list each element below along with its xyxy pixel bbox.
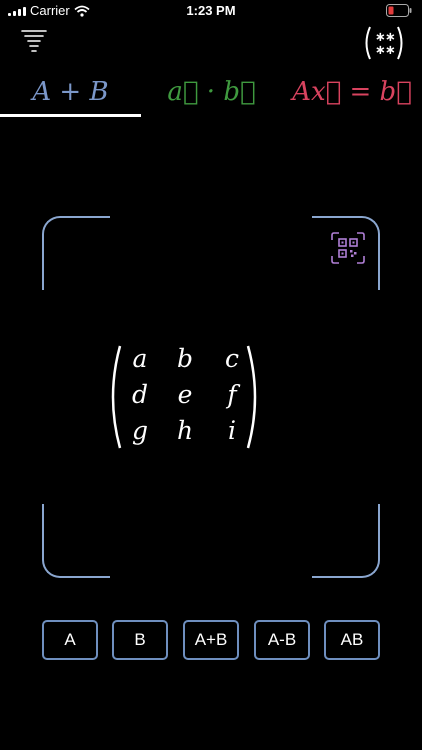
matrix-cell: i	[228, 416, 236, 445]
qr-code-scan-icon[interactable]	[330, 231, 366, 265]
tab-addition[interactable]: A + B	[0, 68, 141, 116]
multiply-button[interactable]: AB	[324, 620, 380, 660]
matrix-cell: f	[227, 380, 237, 409]
status-bar: Carrier 1:23 PM	[0, 0, 422, 22]
frame-corner-top-left	[42, 216, 110, 290]
add-button[interactable]: A+B	[183, 620, 239, 660]
matrix-cell: b	[176, 344, 193, 373]
frame-corner-bottom-left	[42, 504, 110, 578]
matrix-a-button[interactable]: A	[42, 620, 98, 660]
status-time: 1:23 PM	[186, 3, 236, 18]
subtract-button[interactable]: A-B	[254, 620, 310, 660]
active-tab-indicator	[0, 114, 141, 117]
svg-text:∗: ∗	[385, 43, 396, 58]
matrix-b-button[interactable]: B	[112, 620, 168, 660]
frame-corner-bottom-right	[312, 504, 380, 578]
tab-dot-product[interactable]: a⃗ · b⃗	[141, 68, 282, 116]
tab-linear-system[interactable]: Ax⃗ = b⃗	[282, 68, 422, 116]
matrix-cell: c	[224, 344, 239, 373]
matrix-cell: a	[132, 344, 148, 373]
matrix-cell: h	[176, 416, 194, 445]
matrix-cell: e	[177, 380, 193, 409]
matrix-keypad-icon[interactable]: ∗ ∗ ∗ ∗	[362, 24, 406, 67]
matrix-cell: d	[131, 380, 148, 409]
matrix-cell: g	[131, 416, 148, 445]
mode-tabs: A + B a⃗ · b⃗ Ax⃗ = b⃗	[0, 68, 422, 118]
tornado-icon[interactable]	[20, 28, 48, 59]
matrix-preview: a b c d e f g h i	[108, 344, 260, 450]
battery-icon	[386, 4, 412, 20]
